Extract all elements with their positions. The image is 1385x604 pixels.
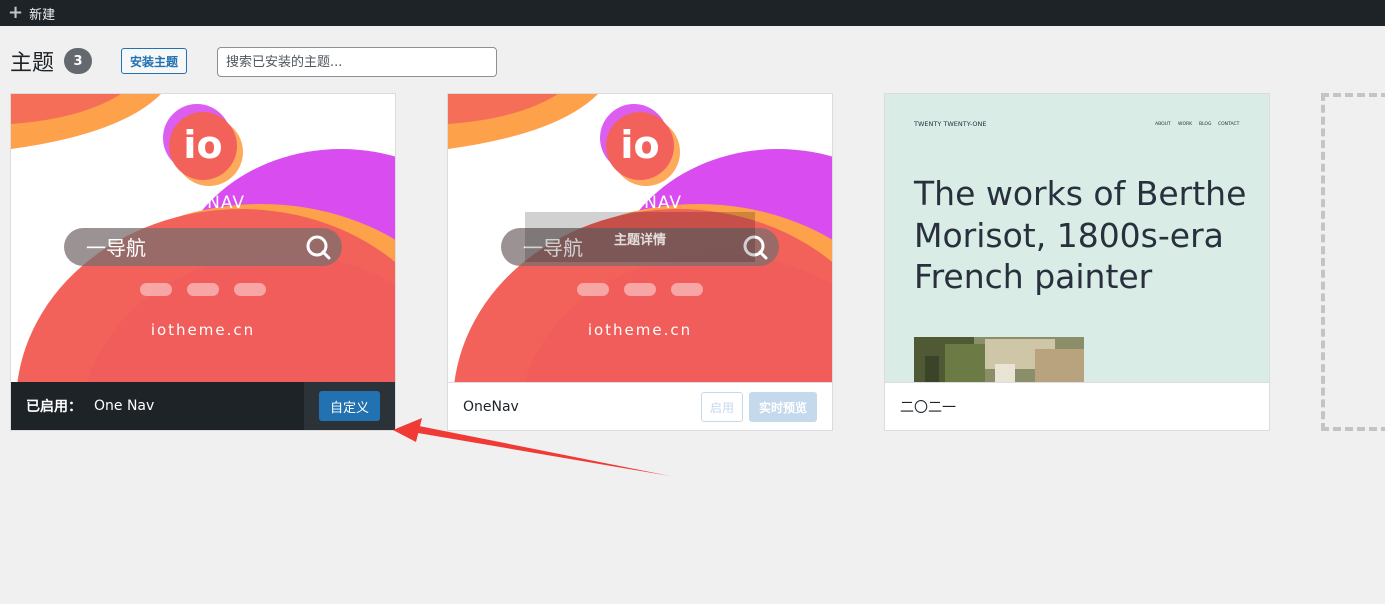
install-theme-button[interactable]: 安装主题 (121, 48, 188, 74)
logo-text: io (183, 123, 222, 167)
live-preview-button[interactable]: 实时预览 (748, 392, 817, 422)
active-label: 已启用： (26, 399, 82, 415)
theme-name: 二〇二一 (900, 399, 956, 416)
painting-image (914, 337, 1084, 382)
theme-bar: OneNav 启用 实时预览 (448, 382, 832, 430)
headline-line-1: The works of Berthe (913, 174, 1246, 213)
onenav-screenshot-art: io ONE NAV 一导航 iotheme.cn (11, 94, 395, 382)
site-text: iotheme.cn (151, 321, 255, 339)
search-themes-input[interactable] (217, 47, 497, 77)
theme-actions: 启用 实时预览 (686, 383, 832, 430)
plus-icon[interactable]: + (8, 4, 23, 22)
new-content-link[interactable]: 新建 (29, 4, 55, 23)
theme-screenshot[interactable]: io ONE NAV 一导航 iotheme.cn (11, 94, 395, 382)
page-header: 主题 3 安装主题 (10, 46, 497, 77)
theme-bar-active: 已启用： One Nav 自定义 (11, 382, 395, 430)
activate-button[interactable]: 启用 (700, 392, 743, 422)
site-title-text: TWENTY TWENTY-ONE (913, 120, 987, 128)
nav-contact: CONTACT (1218, 121, 1240, 127)
nav-work: WORK (1178, 121, 1193, 127)
headline-line-3: French painter (914, 257, 1153, 296)
nav-about: ABOUT (1155, 121, 1171, 127)
nav-blog: BLOG (1199, 121, 1212, 127)
brand-text: ONE NAV (161, 193, 245, 213)
admin-bar: + 新建 (0, 0, 1385, 26)
theme-count-badge: 3 (64, 48, 93, 74)
logo-text: io (620, 123, 659, 167)
twentyone-screenshot-art: TWENTY TWENTY-ONE ABOUT WORK BLOG CONTAC… (885, 94, 1269, 382)
theme-actions: 自定义 (303, 382, 395, 430)
headline-line-2: Morisot, 1800s-era (914, 216, 1224, 255)
theme-name: OneNav (463, 398, 519, 415)
theme-card-twenty-twenty-one[interactable]: TWENTY TWENTY-ONE ABOUT WORK BLOG CONTAC… (884, 93, 1270, 431)
theme-name: One Nav (94, 398, 155, 414)
site-text: iotheme.cn (588, 321, 692, 339)
theme-screenshot[interactable]: TWENTY TWENTY-ONE ABOUT WORK BLOG CONTAC… (885, 94, 1269, 382)
theme-bar: 二〇二一 (885, 382, 1269, 430)
theme-card-one-nav[interactable]: io ONE NAV 一导航 iotheme.cn 已启用： One Nav 自… (10, 93, 396, 431)
customize-button[interactable]: 自定义 (318, 391, 380, 421)
search-text: 一导航 (86, 236, 146, 260)
page-title: 主题 (10, 51, 55, 76)
add-new-theme-placeholder[interactable] (1321, 93, 1385, 431)
brand-text: ONE NAV (598, 193, 682, 213)
theme-details-button[interactable]: 主题详情 (525, 212, 755, 262)
theme-card-onenav[interactable]: io ONE NAV 一导航 iotheme.cn 主题详情 OneNav 启用… (447, 93, 833, 431)
theme-screenshot[interactable]: io ONE NAV 一导航 iotheme.cn 主题详情 (448, 94, 832, 382)
